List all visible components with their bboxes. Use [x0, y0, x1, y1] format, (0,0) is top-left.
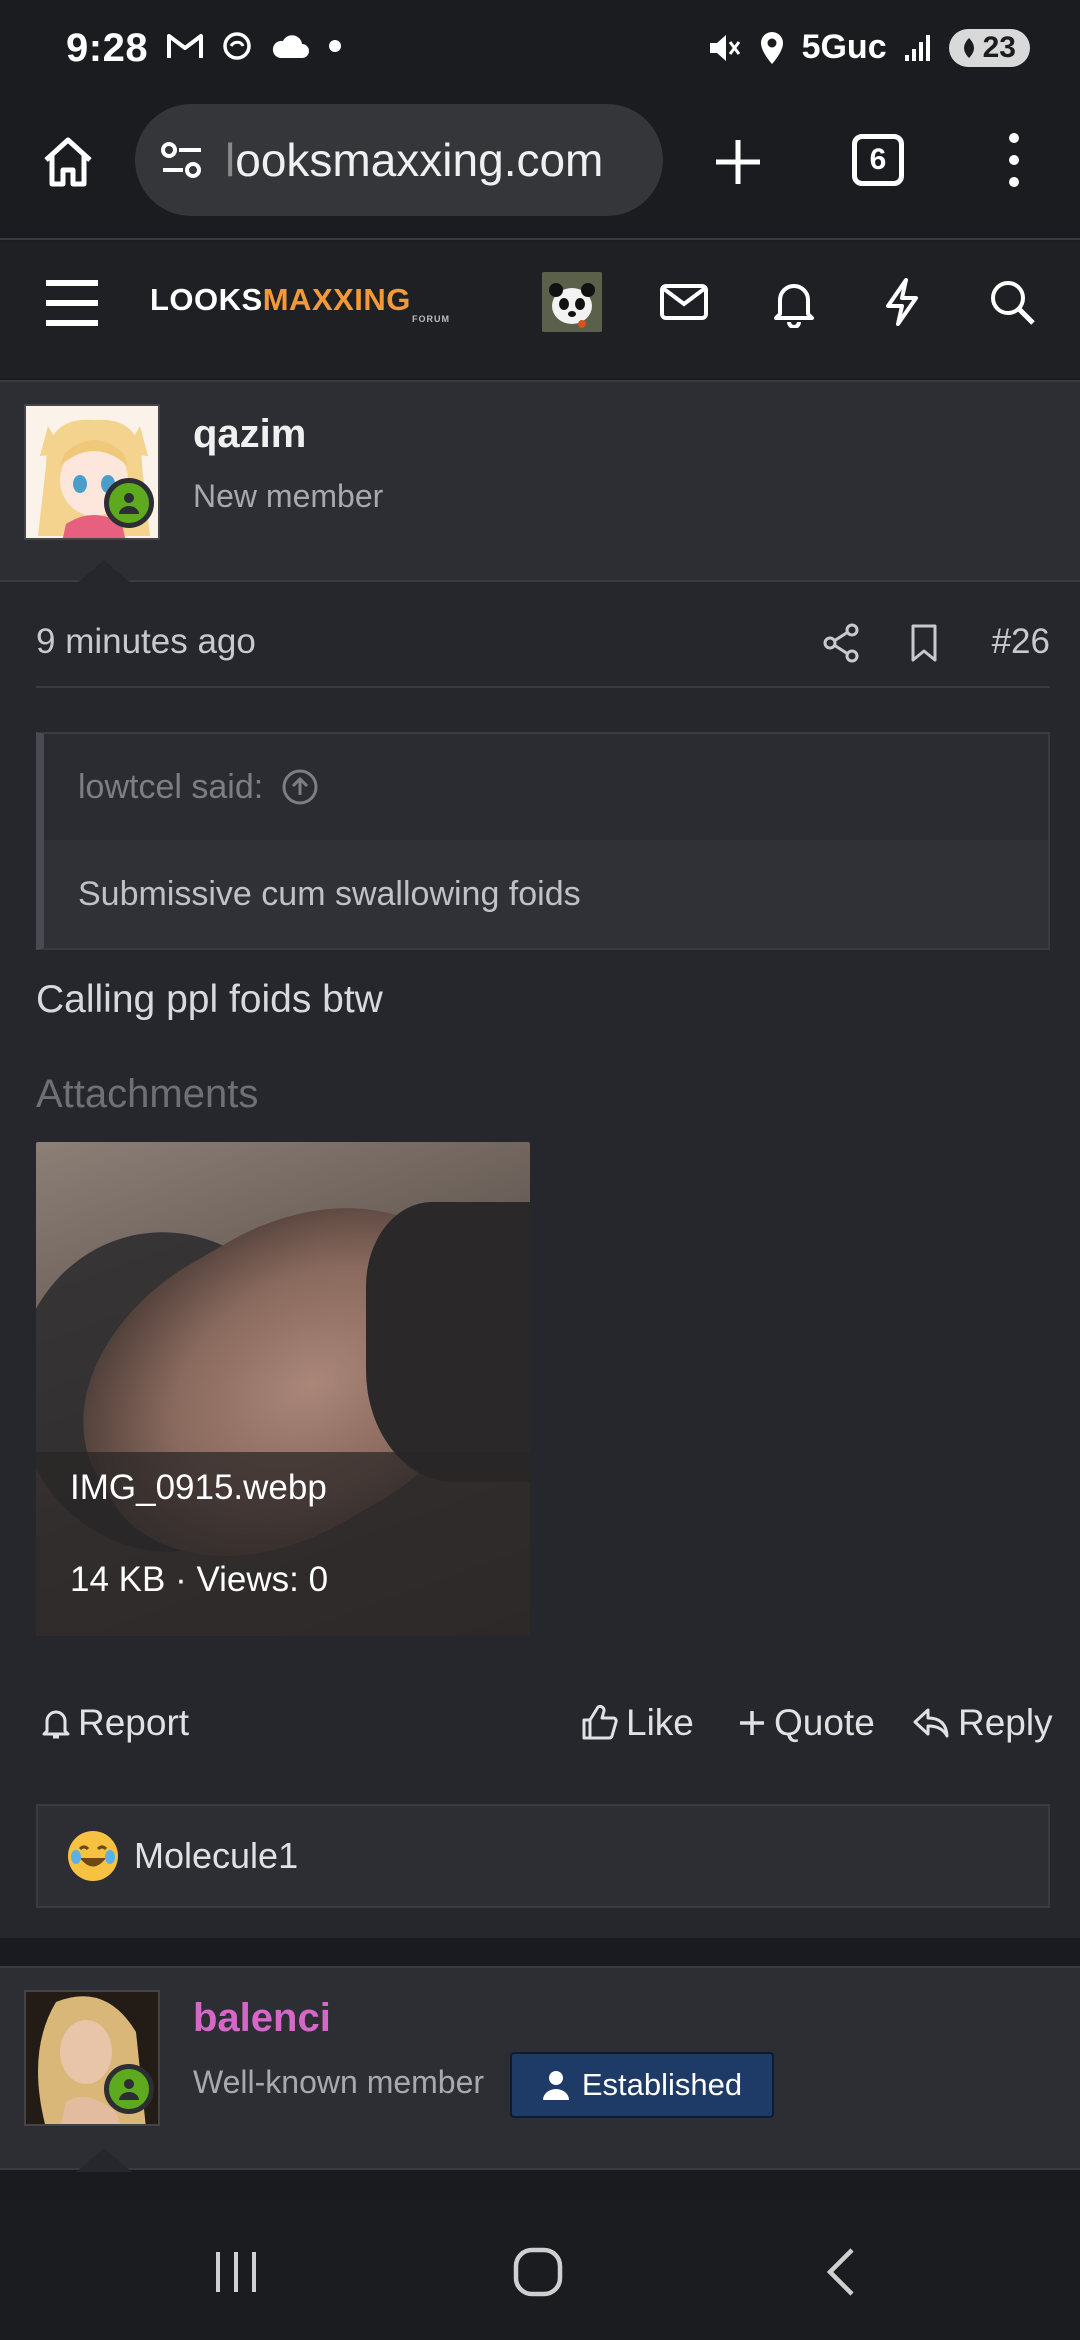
menu-icon[interactable]: [44, 278, 100, 328]
signal-icon: [904, 34, 930, 61]
attachment-filename[interactable]: IMG_0915.webp: [70, 1468, 327, 1508]
back-icon[interactable]: [814, 2244, 870, 2300]
logo-looks: LOOKS: [150, 282, 263, 317]
attachment-image-shirt: [366, 1202, 530, 1482]
author-pointer: [76, 560, 132, 584]
network-type: 5Guc: [801, 28, 887, 66]
quote-label: Quote: [774, 1702, 875, 1743]
new-tab-icon[interactable]: [710, 134, 766, 190]
reply-button[interactable]: Reply: [912, 1702, 1053, 1744]
quote-header[interactable]: lowtcel said:: [44, 734, 1048, 840]
post-user-title: New member: [193, 478, 384, 514]
next-post-username[interactable]: balenci: [193, 1996, 331, 2041]
account-avatar[interactable]: [542, 272, 602, 332]
quote-block: lowtcel said: Submissive cum swallowing …: [36, 732, 1050, 950]
home-icon[interactable]: [40, 134, 96, 190]
tab-switcher-button[interactable]: 6: [852, 134, 904, 186]
report-label: Report: [78, 1702, 190, 1743]
thumbs-up-icon: [582, 1704, 618, 1740]
more-options-icon[interactable]: [1000, 130, 1028, 190]
post-actions: Report Like Quote Reply: [36, 1702, 1053, 1758]
panda-avatar-image: [542, 272, 602, 332]
report-button[interactable]: Report: [42, 1702, 189, 1744]
status-time: 9:28: [66, 26, 149, 70]
search-icon[interactable]: [986, 276, 1038, 328]
post-body: 9 minutes ago #26 lowtcel said: Submissi…: [0, 582, 1080, 1938]
report-bell-icon: [42, 1710, 70, 1739]
logo-maxxing: MAXXING: [262, 282, 411, 317]
post-author-bar: qazim New member: [0, 380, 1080, 584]
established-badge: Established: [510, 2052, 774, 2118]
reply-arrow-icon: [913, 1708, 949, 1738]
mute-icon: [709, 34, 740, 61]
cloud-icon: [272, 35, 309, 58]
quote-button[interactable]: Quote: [738, 1702, 875, 1744]
envelope-icon[interactable]: [658, 276, 710, 328]
reactions-bar[interactable]: Molecule1: [36, 1804, 1050, 1908]
post-meta: 9 minutes ago #26: [36, 618, 1050, 688]
like-label: Like: [626, 1702, 694, 1743]
site-header: LOOKSMAXXING FORUM: [0, 242, 1080, 378]
plus-icon: [740, 1711, 764, 1735]
online-status-icon: [104, 478, 154, 528]
online-status-icon-2: [104, 2064, 154, 2114]
attachment-thumbnail[interactable]: IMG_0915.webp 14 KB · Views: 0: [36, 1142, 530, 1636]
dot-icon: [329, 40, 341, 52]
status-right: 5Guc 23: [706, 28, 1030, 67]
url-text[interactable]: looksmaxxing.com: [225, 133, 603, 187]
next-post-user-title: Well-known member: [193, 2064, 485, 2100]
reaction-user[interactable]: Molecule1: [134, 1835, 298, 1877]
share-icon[interactable]: [822, 622, 862, 664]
quote-text: Submissive cum swallowing foids: [44, 840, 1048, 948]
post-number-link[interactable]: #26: [992, 622, 1050, 662]
badge-label: Established: [581, 2067, 743, 2102]
arrow-circle-up-icon[interactable]: [281, 768, 319, 806]
like-button[interactable]: Like: [580, 1702, 694, 1744]
browser-toolbar: looksmaxxing.com 6: [0, 100, 1080, 240]
system-nav-bar: [0, 2200, 1080, 2340]
threads-icon: [223, 32, 251, 60]
address-bar[interactable]: looksmaxxing.com: [135, 104, 663, 216]
site-settings-icon[interactable]: [159, 140, 205, 180]
post-timestamp[interactable]: 9 minutes ago: [36, 622, 256, 662]
laughing-crying-emoji-icon: [68, 1831, 118, 1881]
post-username[interactable]: qazim: [193, 412, 306, 457]
battery-indicator: 23: [948, 28, 1030, 67]
reply-label: Reply: [958, 1702, 1053, 1743]
home-nav-icon[interactable]: [510, 2244, 566, 2300]
status-bar: 9:28 5Guc 23: [0, 0, 1080, 100]
bolt-icon[interactable]: [876, 276, 928, 328]
bookmark-icon[interactable]: [904, 622, 944, 664]
attachments-heading: Attachments: [36, 1072, 259, 1116]
site-logo[interactable]: LOOKSMAXXING: [150, 282, 411, 318]
next-post-author-bar: balenci Well-known member Established: [0, 1966, 1080, 2172]
notification-icons: [166, 30, 342, 62]
attachment-meta: 14 KB · Views: 0: [70, 1560, 329, 1599]
author-pointer-2: [76, 2148, 132, 2172]
logo-subtitle: FORUM: [412, 314, 450, 324]
recent-apps-icon[interactable]: [208, 2244, 264, 2300]
quote-author[interactable]: lowtcel said:: [78, 768, 263, 807]
user-icon: [542, 2071, 569, 2100]
bell-icon[interactable]: [768, 276, 820, 328]
battery-leaf-icon: [963, 37, 974, 58]
post-message: Calling ppl foids btw: [36, 978, 383, 1021]
gmail-icon: [167, 34, 203, 58]
url-domain: ooksmaxxing.com: [235, 134, 604, 186]
location-icon: [760, 31, 783, 64]
battery-level: 23: [982, 30, 1016, 64]
url-prefix: l: [225, 134, 236, 186]
